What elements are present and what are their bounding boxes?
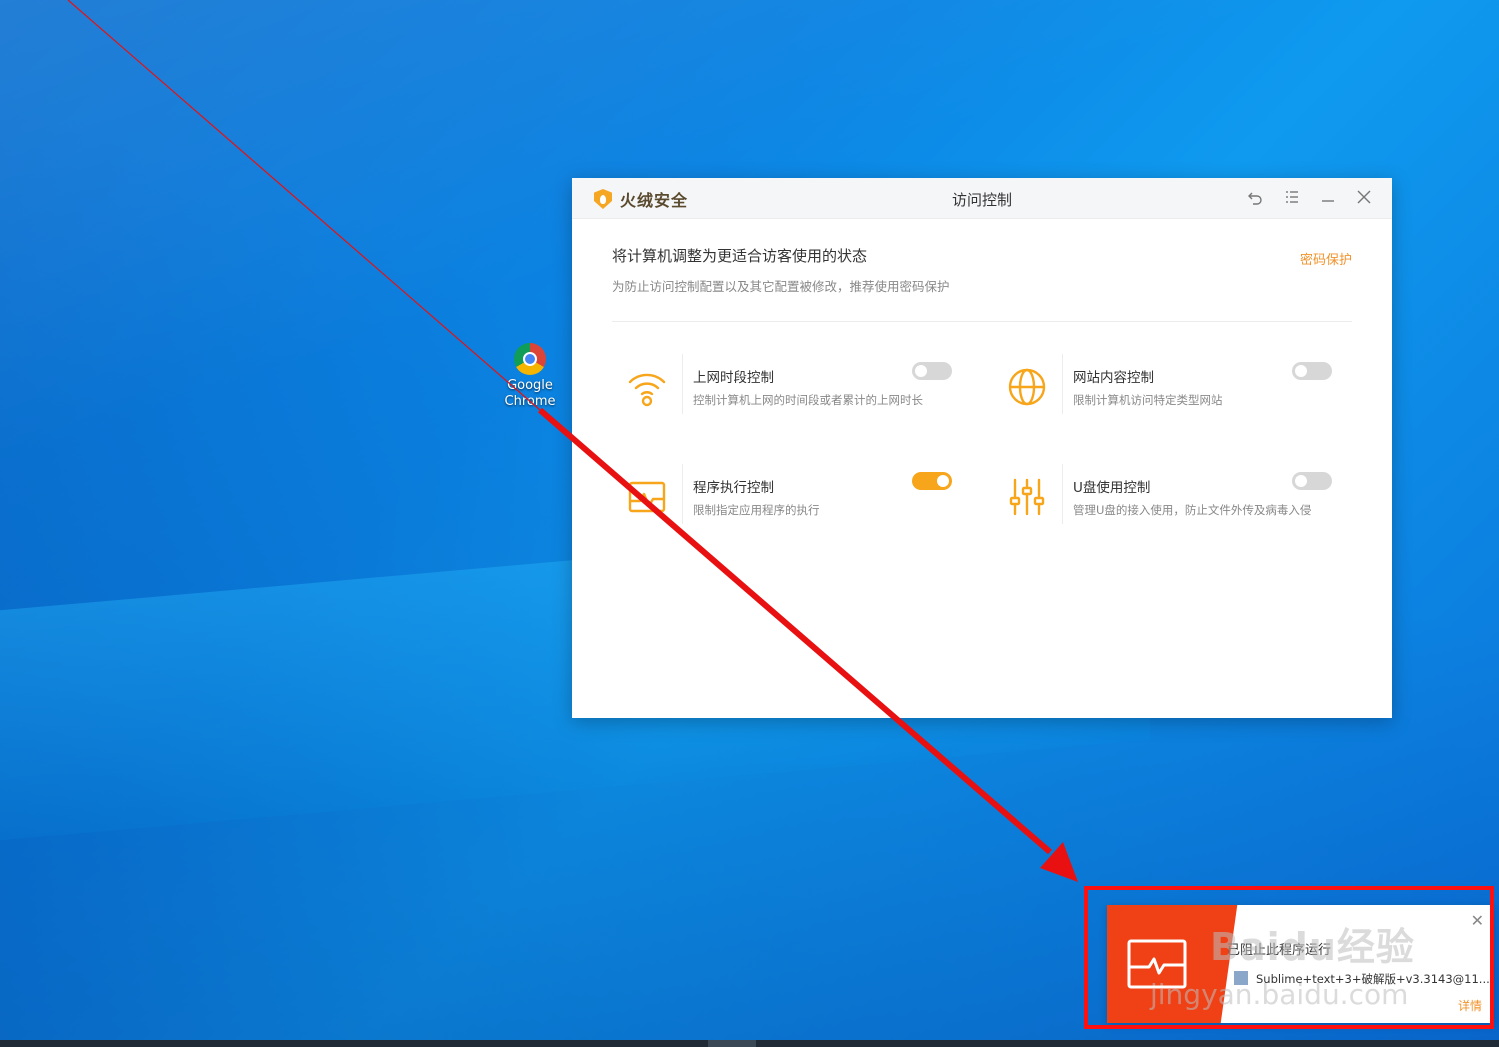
feature-desc: 控制计算机上网的时间段或者累计的上网时长 — [693, 393, 923, 407]
internet-time-toggle[interactable] — [912, 362, 952, 380]
feature-name: 程序执行控制 — [693, 480, 774, 496]
usb-control-toggle[interactable] — [1292, 472, 1332, 490]
page-headline: 将计算机调整为更适合访客使用的状态 — [612, 247, 868, 265]
sliders-icon — [1009, 478, 1045, 516]
feature-name: U盘使用控制 — [1073, 480, 1151, 496]
website-content-toggle[interactable] — [1292, 362, 1332, 380]
program-monitor-icon — [628, 481, 666, 513]
feature-website-content: 网站内容控制 限制计算机访问特定类型网站 — [992, 354, 1352, 424]
feature-desc: 限制计算机访问特定类型网站 — [1073, 393, 1223, 407]
page-subline: 为防止访问控制配置以及其它配置被修改，推荐使用密码保护 — [612, 279, 950, 294]
list-menu-icon[interactable] — [1282, 187, 1302, 207]
program-execution-toggle[interactable] — [912, 472, 952, 490]
minimize-icon[interactable] — [1318, 187, 1338, 207]
password-protect-link[interactable]: 密码保护 — [1300, 249, 1352, 268]
globe-icon — [1008, 368, 1046, 406]
window-controls — [1246, 187, 1374, 207]
feature-separator — [1062, 354, 1063, 414]
main-content: 将计算机调整为更适合访客使用的状态 为防止访问控制配置以及其它配置被修改，推荐使… — [572, 219, 1392, 622]
feature-separator — [1062, 464, 1063, 524]
close-icon[interactable] — [1354, 187, 1374, 207]
feature-desc: 限制指定应用程序的执行 — [693, 503, 820, 517]
feature-name: 上网时段控制 — [693, 370, 774, 386]
access-control-window: 火绒安全 访问控制 将计算机调整为更适合访客使用的状态 为防止访问控制配置以及其… — [572, 178, 1392, 718]
feature-separator — [682, 354, 683, 414]
feature-internet-time: 上网时段控制 控制计算机上网的时间段或者累计的上网时长 — [612, 354, 972, 424]
feature-name: 网站内容控制 — [1073, 370, 1154, 386]
wifi-icon — [628, 373, 666, 407]
taskbar-button[interactable] — [708, 1040, 756, 1047]
feature-grid: 上网时段控制 控制计算机上网的时间段或者累计的上网时长 网站内容控制 限制计算机… — [612, 322, 1352, 622]
feature-desc: 管理U盘的接入使用，防止文件外传及病毒入侵 — [1073, 503, 1312, 517]
undo-icon[interactable] — [1246, 187, 1266, 207]
feature-usb-control: U盘使用控制 管理U盘的接入使用，防止文件外传及病毒入侵 — [992, 464, 1352, 534]
feature-separator — [682, 464, 683, 524]
feature-program-execution: 程序执行控制 限制指定应用程序的执行 — [612, 464, 972, 534]
taskbar — [0, 1040, 1499, 1047]
desktop-icon-label: Google Chrome — [504, 378, 556, 409]
chrome-icon — [514, 343, 546, 375]
program-blocked-icon — [1127, 939, 1187, 989]
desktop-icon-chrome[interactable]: Google Chrome — [502, 343, 558, 410]
title-bar[interactable]: 火绒安全 访问控制 — [572, 178, 1392, 219]
